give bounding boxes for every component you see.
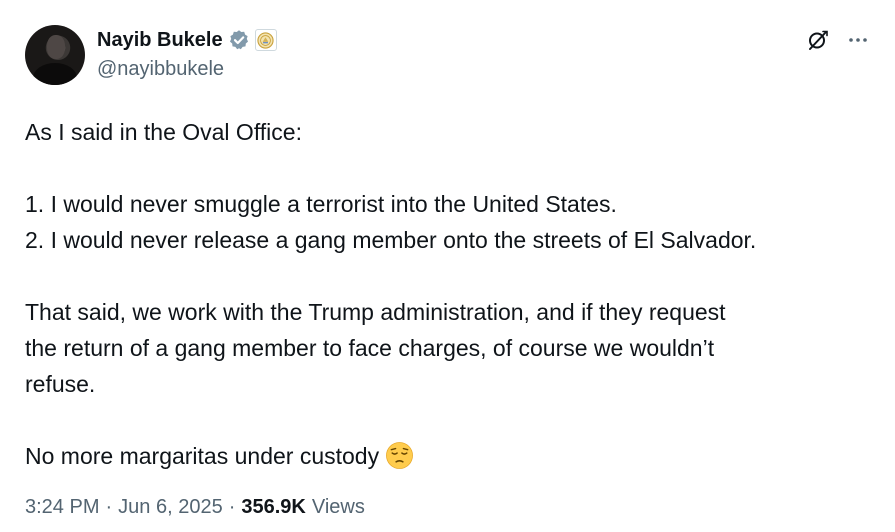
verified-badge-icon[interactable] [228, 29, 250, 51]
avatar-head [47, 35, 65, 59]
tweet-line-text: No more margaritas under custody [25, 443, 380, 469]
meta-separator: · [105, 496, 113, 518]
tweet-meta: 3:24 PM · Jun 6, 2025 · 356.9K Views [25, 496, 365, 519]
author-handle[interactable]: @nayibbukele [97, 58, 224, 81]
tweet-date[interactable]: Jun 6, 2025 [118, 496, 223, 519]
tweet-text: As I said in the Oval Office: 1. I would… [25, 114, 875, 474]
views-label[interactable]: Views [312, 496, 365, 519]
views-count[interactable]: 356.9K [241, 496, 306, 519]
tweet-line: That said, we work with the Trump admini… [25, 299, 726, 325]
tweet-line-last: No more margaritas under custody [25, 438, 875, 474]
tweet-line: 1. I would never smuggle a terrorist int… [25, 191, 617, 217]
avatar-shoulders [33, 63, 77, 85]
tweet-line: As I said in the Oval Office: [25, 119, 302, 145]
pensive-face-emoji-icon [385, 441, 414, 470]
more-icon[interactable] [846, 28, 870, 52]
author-display-name[interactable]: Nayib Bukele [97, 29, 223, 52]
government-seal-icon[interactable] [254, 29, 277, 51]
avatar[interactable] [25, 25, 85, 85]
tweet-time[interactable]: 3:24 PM [25, 496, 99, 519]
meta-separator: · [228, 496, 236, 518]
tweet-line: the return of a gang member to face char… [25, 335, 715, 361]
tweet-line: 2. I would never release a gang member o… [25, 227, 757, 253]
tweet-card: Nayib Bukele @nayibbukele As I said in t… [0, 0, 895, 532]
author-name-row: Nayib Bukele [97, 27, 277, 53]
tweet-line: refuse. [25, 371, 96, 397]
grok-icon[interactable] [806, 28, 830, 52]
